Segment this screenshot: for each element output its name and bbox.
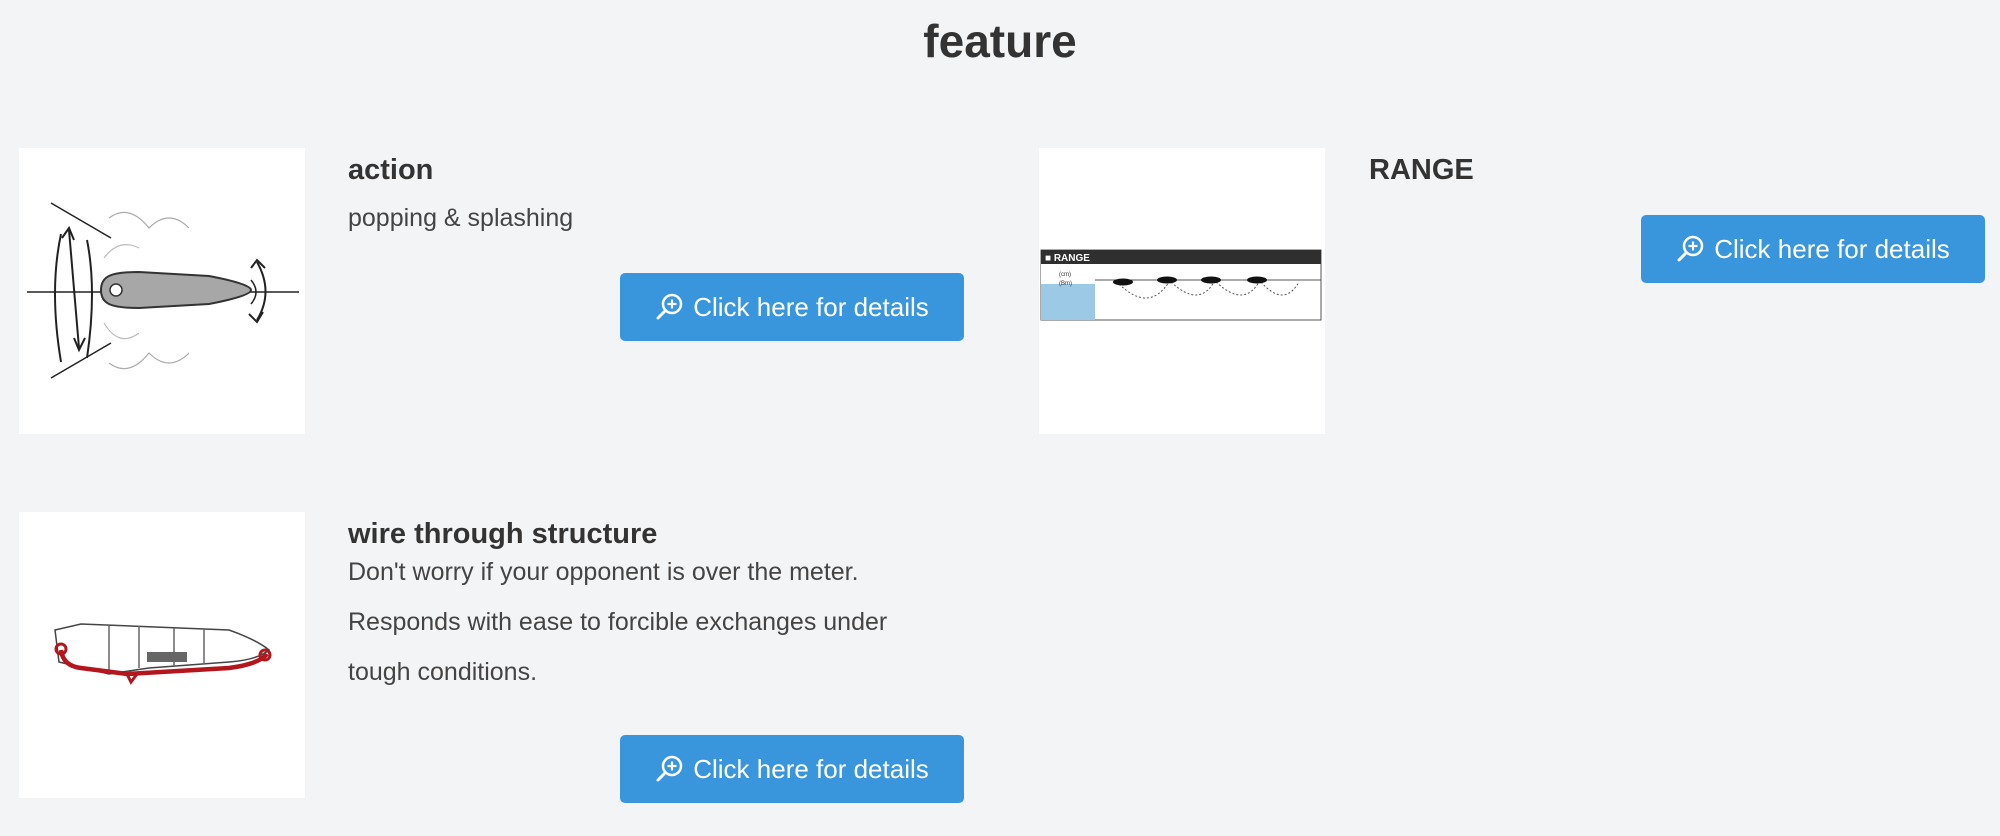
- wire-through-diagram-icon: [54, 623, 272, 685]
- feature-description-action: popping & splashing: [348, 204, 574, 232]
- range-diagram-header: ■ RANGE: [1045, 253, 1090, 264]
- zoom-in-icon: [1676, 234, 1706, 264]
- feature-card-range: ■ RANGE (cm) (Bm) RANGE Click here for d…: [1039, 148, 1989, 448]
- feature-title-range: RANGE: [1369, 154, 1474, 186]
- zoom-in-icon: [655, 292, 685, 322]
- range-diagram-label-bottom: (Bm): [1059, 281, 1072, 287]
- zoom-in-icon: [655, 754, 685, 784]
- action-details-button-label: Click here for details: [693, 291, 929, 322]
- feature-description-wire-through: Don't worry if your opponent is over the…: [348, 558, 888, 686]
- feature-card-action: action popping & splashing Click here fo…: [19, 148, 969, 448]
- feature-image-wire-through[interactable]: [19, 512, 305, 798]
- feature-image-action[interactable]: [19, 148, 305, 434]
- wire-through-details-button[interactable]: Click here for details: [620, 735, 964, 803]
- lure-action-diagram-icon: [27, 202, 299, 379]
- feature-card-wire-through: wire through structure Don't worry if yo…: [19, 512, 969, 812]
- feature-image-range[interactable]: ■ RANGE (cm) (Bm): [1039, 148, 1325, 434]
- wire-through-details-button-label: Click here for details: [693, 753, 929, 784]
- range-diagram-label-top: (cm): [1059, 272, 1071, 278]
- action-details-button[interactable]: Click here for details: [620, 273, 964, 341]
- feature-title-action: action: [348, 154, 434, 186]
- section-title: feature: [923, 15, 1077, 67]
- range-details-button-label: Click here for details: [1714, 233, 1950, 264]
- range-details-button[interactable]: Click here for details: [1641, 215, 1985, 283]
- range-diagram-icon: ■ RANGE (cm) (Bm): [1040, 249, 1322, 321]
